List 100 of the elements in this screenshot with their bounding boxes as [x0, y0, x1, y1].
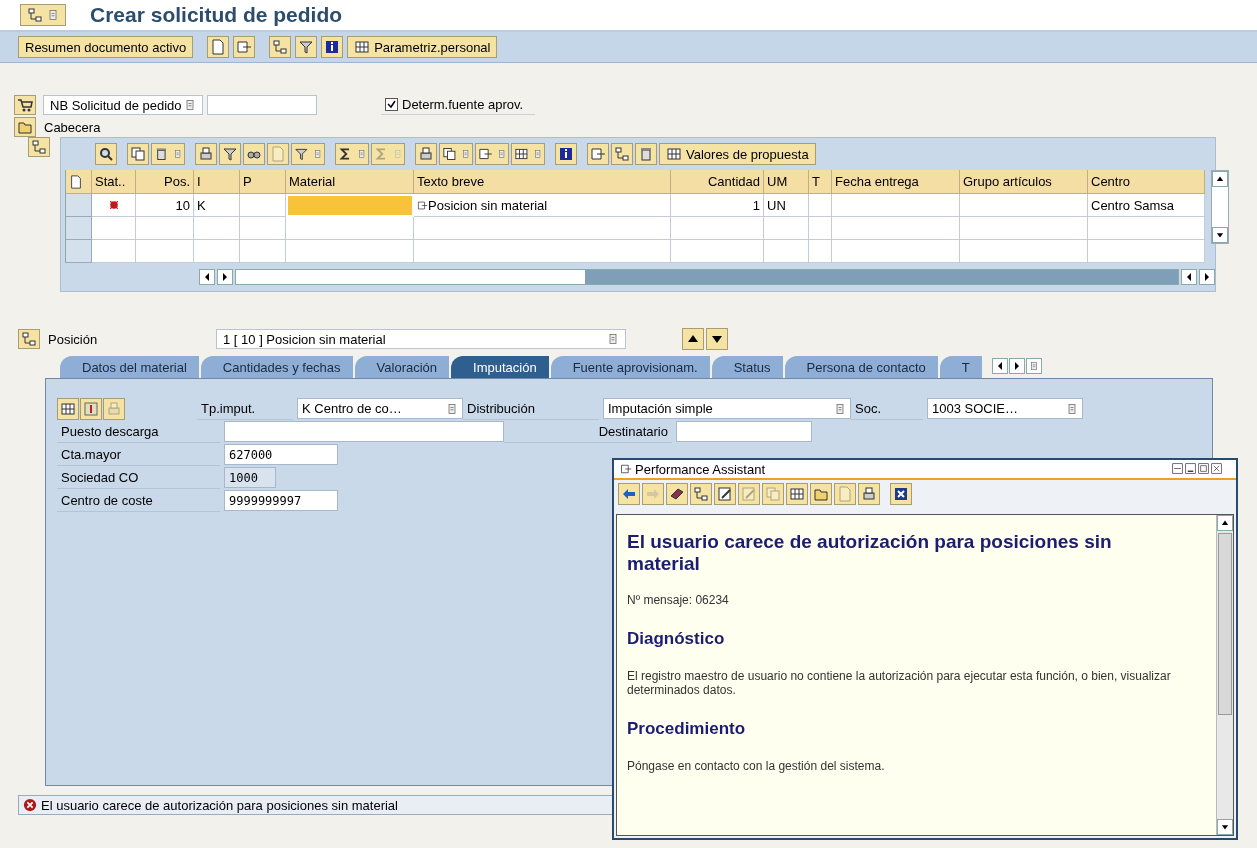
column-header[interactable]: Stat..	[92, 170, 136, 194]
input-field[interactable]	[676, 421, 812, 442]
magnifier-button[interactable]	[95, 143, 117, 165]
hierarchy-icon	[27, 7, 43, 23]
table-button[interactable]	[786, 483, 808, 505]
dropdown[interactable]: K Centro de co…	[297, 398, 463, 419]
field-label: Soc.	[851, 397, 923, 420]
column-header[interactable]: P	[240, 170, 286, 194]
tab[interactable]: Persona de contacto	[784, 356, 938, 378]
document-button[interactable]	[207, 36, 230, 58]
vertical-scrollbar[interactable]	[1211, 170, 1229, 244]
tab[interactable]: Valoración	[354, 356, 450, 378]
table-icon	[514, 146, 529, 162]
document-type-dropdown[interactable]: NB Solicitud de pedido	[43, 95, 203, 115]
down-arrow-button[interactable]	[706, 328, 728, 350]
information-button[interactable]	[321, 36, 344, 58]
exclamation-icon	[83, 400, 99, 417]
funnel-button[interactable]	[295, 36, 318, 58]
tab[interactable]: Status	[711, 356, 783, 378]
column-header[interactable]: Centro	[1088, 170, 1205, 194]
column-header[interactable]: UM	[764, 170, 809, 194]
dropdown-icon	[312, 149, 322, 159]
external-window-button[interactable]	[233, 36, 256, 58]
table-button[interactable]	[57, 397, 79, 420]
pencil-button[interactable]	[714, 483, 736, 505]
funnel-button[interactable]	[219, 143, 241, 165]
proposal-values-button[interactable]: Valores de propuesta	[659, 143, 816, 165]
tab[interactable]: T	[939, 356, 982, 378]
maximize-button[interactable]	[1198, 461, 1209, 477]
binoculars-button[interactable]	[243, 143, 265, 165]
column-header[interactable]: Texto breve	[414, 170, 671, 194]
select-all-button[interactable]	[66, 170, 92, 194]
up-arrow-icon	[1215, 174, 1225, 184]
magnifier-icon	[98, 146, 114, 162]
column-header[interactable]: Pos.	[136, 170, 194, 194]
field-label: Posición	[48, 331, 99, 347]
position-dropdown[interactable]: 1 [ 10 ] Posicion sin material	[216, 329, 626, 349]
trash-can-button[interactable]	[151, 143, 185, 165]
up-arrow-button[interactable]	[682, 328, 704, 350]
external-window-button[interactable]	[587, 143, 609, 165]
input-field[interactable]: 9999999997	[224, 490, 338, 511]
table-cell	[240, 217, 286, 240]
document-icon	[837, 486, 853, 502]
toolbar-button[interactable]: Resumen documento activo	[18, 36, 194, 58]
checkbox-box[interactable]	[385, 98, 398, 111]
column-header[interactable]: Cantidad	[671, 170, 764, 194]
trash-can-button[interactable]	[635, 143, 657, 165]
checkbox[interactable]: Determ.fuente aprov.	[381, 95, 536, 115]
funnel-button[interactable]	[291, 143, 325, 165]
dropdown[interactable]: 1003 SOCIE…	[927, 398, 1083, 419]
column-header[interactable]: I	[194, 170, 240, 194]
external-window-button[interactable]	[475, 143, 509, 165]
resize-button[interactable]	[1172, 461, 1183, 477]
tab[interactable]: Imputación	[451, 356, 549, 378]
external-window-icon	[590, 146, 606, 162]
close-button[interactable]	[890, 483, 912, 505]
tab[interactable]: Cantidades y fechas	[200, 356, 353, 378]
horizontal-scrollbar[interactable]	[235, 269, 1179, 285]
material-cell[interactable]	[286, 194, 414, 217]
sum-button[interactable]	[335, 143, 369, 165]
table-button[interactable]	[511, 143, 545, 165]
input-field[interactable]	[224, 421, 504, 442]
window-title: Performance Assistant	[635, 461, 767, 477]
input-field[interactable]	[207, 95, 317, 115]
tab[interactable]: Datos del material	[60, 356, 199, 378]
hierarchy-button[interactable]	[611, 143, 633, 165]
dropdown[interactable]: Imputación simple	[603, 398, 851, 419]
hierarchy-button[interactable]	[690, 483, 712, 505]
vertical-scrollbar[interactable]	[1216, 515, 1233, 835]
column-header[interactable]: Fecha entrega	[832, 170, 960, 194]
menu-button[interactable]	[20, 4, 66, 26]
tab[interactable]: Fuente aprovisionam.	[550, 356, 710, 378]
down-arrow-icon	[1215, 230, 1225, 240]
dropdown-icon	[184, 99, 196, 111]
collapse-button[interactable]	[18, 329, 40, 349]
copy-button[interactable]	[439, 143, 473, 165]
information-button[interactable]	[555, 143, 577, 165]
cart-button[interactable]	[14, 95, 36, 115]
minimize-button[interactable]	[1185, 461, 1196, 477]
table-cell	[809, 217, 832, 240]
table-cell: 1	[671, 194, 764, 217]
hierarchy-button[interactable]	[269, 36, 292, 58]
hierarchy-icon	[31, 139, 47, 155]
settings-button[interactable]: Parametriz.personal	[347, 36, 498, 58]
exclamation-button[interactable]	[80, 397, 102, 420]
printer-button[interactable]	[415, 143, 437, 165]
close-button[interactable]	[1211, 461, 1222, 477]
input-field[interactable]: 627000	[224, 444, 338, 465]
message-heading: El usuario carece de autorización para posiciones sin material	[627, 531, 1113, 575]
printer-button[interactable]	[858, 483, 880, 505]
book-button[interactable]	[666, 483, 688, 505]
back-button[interactable]	[618, 483, 640, 505]
copy-button[interactable]	[127, 143, 149, 165]
column-header[interactable]: T	[809, 170, 832, 194]
column-header[interactable]: Grupo artículos	[960, 170, 1088, 194]
expand-button[interactable]	[28, 137, 50, 157]
printer-button[interactable]	[195, 143, 217, 165]
folder-button[interactable]	[810, 483, 832, 505]
column-header[interactable]: Material	[286, 170, 414, 194]
field-label: Sociedad CO	[57, 466, 220, 489]
